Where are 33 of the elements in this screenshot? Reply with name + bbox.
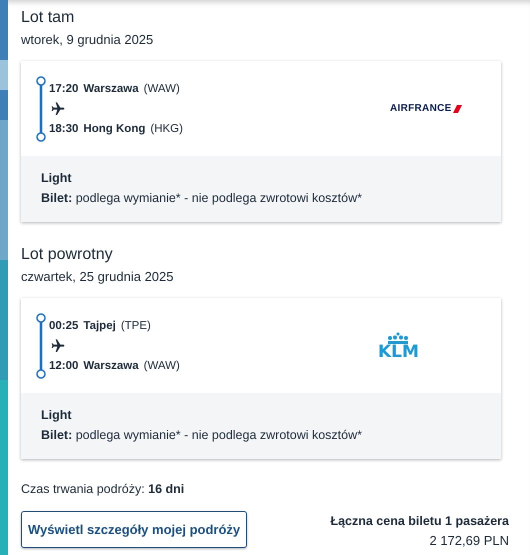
flight-date: wtorek, 9 grudnia 2025 [21,32,154,48]
section-title: Lot powrotny [21,245,114,265]
departure-city: Tajpej [83,318,116,334]
price-label: Łączna cena biletu 1 pasażera [330,513,509,530]
airline-logo: KLM [378,344,419,360]
airline-logo: AIRFRANCE [390,103,452,114]
slash-icon [452,104,462,112]
airplane-icon [49,100,65,116]
arrival-city: Warszawa [83,358,139,374]
fare-name: Light [41,170,73,187]
airplane-icon [49,338,65,354]
ticket-label: Bilet: [41,428,72,442]
timeline-icon [35,76,47,142]
trip-duration: Czas trwania podróży: 16 dni [21,482,186,496]
airport-code: (TPE) [120,318,151,334]
arrival-time: 18:30 [49,122,78,136]
arrival-city: Hong Kong [83,122,146,136]
section-title: Lot tam [21,8,76,28]
arrival-time: 12:00 [49,358,78,374]
airport-code: (WAW) [144,82,180,96]
ticket-conditions: podlega wymianie* - nie podlega zwrotowi kosztów* [76,191,362,205]
departure-city: Warszawa [83,82,139,96]
total-price: 2 172,69 PLN [428,532,509,550]
ticket-conditions: podlega wymianie* - nie podlega zwrotowi kosztów* [76,428,362,442]
fare-name: Light [41,407,73,424]
departure-time: 17:20 [49,82,78,96]
timeline-icon [35,312,47,378]
airport-code: (HKG) [150,122,183,136]
flight-date: czwartek, 25 grudnia 2025 [21,269,174,285]
trip-details-button[interactable]: Wyświetl szczegóły mojej podróży [21,511,248,548]
departure-time: 00:25 [49,318,78,334]
airport-code: (WAW) [144,358,180,374]
ticket-label: Bilet: [41,191,72,205]
